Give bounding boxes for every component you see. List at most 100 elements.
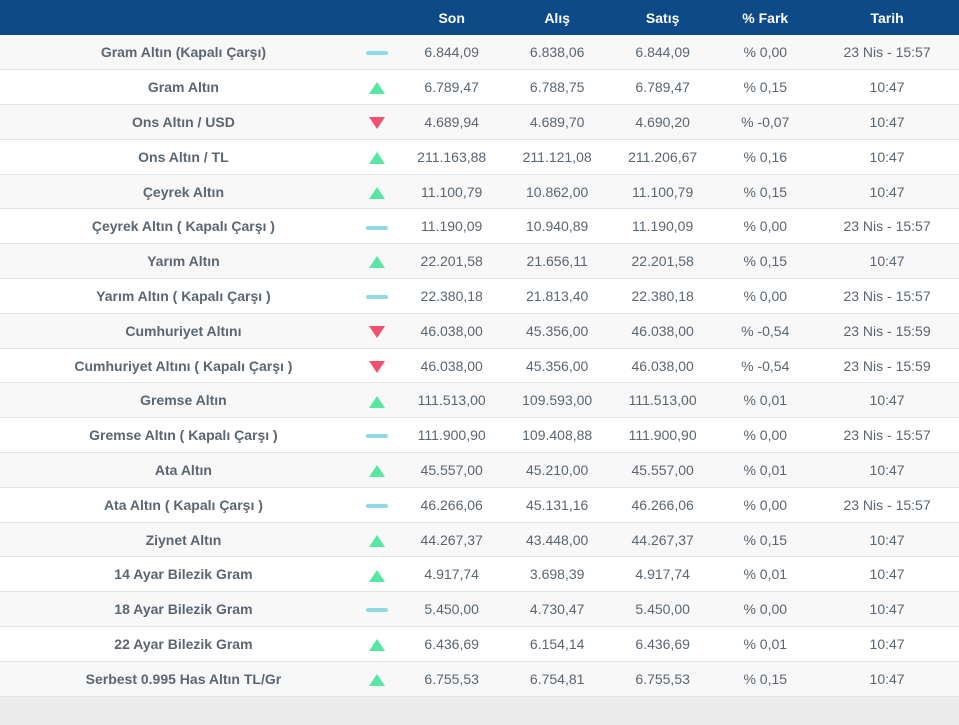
instrument-name-link[interactable]: Çeyrek Altın ( Kapalı Çarşı ) [0, 208, 355, 245]
table-row: Ziynet Altın 44.267,37 43.448,00 44.267,… [0, 522, 959, 558]
satis-value: 6.789,47 [609, 69, 716, 106]
fark-value: % 0,15 [715, 174, 816, 210]
tarih-value: 10:47 [815, 243, 959, 280]
instrument-name-link[interactable]: Ziynet Altın [0, 522, 355, 558]
alis-value: 109.408,88 [504, 417, 610, 454]
tarih-value: 10:47 [815, 522, 959, 558]
trend-up-icon [368, 152, 385, 165]
instrument-name-link[interactable]: 22 Ayar Bilezik Gram [0, 626, 355, 662]
trend-cell [354, 69, 399, 106]
instrument-name-link[interactable]: Çeyrek Altın [0, 174, 355, 210]
son-value: 111.513,00 [398, 382, 505, 419]
fark-value: % 0,15 [715, 661, 816, 697]
trend-cell [354, 626, 399, 662]
trend-cell [354, 452, 399, 488]
satis-value: 4.690,20 [609, 104, 716, 140]
trend-down-icon [368, 326, 385, 339]
fark-value: % 0,15 [715, 69, 816, 106]
instrument-name-link[interactable]: Ons Altın / USD [0, 104, 355, 140]
satis-value: 11.100,79 [609, 174, 716, 210]
header-fark: % Fark [742, 9, 789, 26]
instrument-name-link[interactable]: Gremse Altın ( Kapalı Çarşı ) [0, 417, 355, 454]
alis-value: 6.788,75 [504, 69, 610, 106]
instrument-name-link[interactable]: Cumhuriyet Altını [0, 313, 355, 349]
trend-down-icon [368, 360, 385, 373]
fark-value: % 0,00 [715, 417, 816, 454]
table-row: 22 Ayar Bilezik Gram 6.436,69 6.154,14 6… [0, 626, 959, 662]
header-trend [355, 0, 399, 35]
instrument-name-link[interactable]: Gremse Altın [0, 382, 355, 419]
tarih-value: 10:47 [815, 69, 959, 106]
tarih-value: 23 Nis - 15:57 [815, 487, 959, 523]
alis-value: 45.356,00 [504, 348, 610, 384]
table-body: Gram Altın (Kapalı Çarşı) 6.844,09 6.838… [0, 35, 959, 697]
trend-cell [354, 348, 399, 384]
satis-value: 11.190,09 [609, 208, 716, 245]
son-value: 4.689,94 [398, 104, 505, 140]
satis-value: 6.436,69 [609, 626, 716, 662]
satis-value: 211.206,67 [609, 139, 716, 175]
trend-up-icon [368, 639, 385, 652]
trend-cell [354, 591, 399, 628]
tarih-value: 10:47 [815, 382, 959, 419]
instrument-name-link[interactable]: Ata Altın ( Kapalı Çarşı ) [0, 487, 355, 523]
son-value: 6.789,47 [398, 69, 505, 106]
trend-up-icon [368, 256, 385, 269]
trend-cell [354, 313, 399, 349]
table-row: Ons Altın / USD 4.689,94 4.689,70 4.690,… [0, 104, 959, 140]
tarih-value: 23 Nis - 15:59 [815, 313, 959, 349]
satis-value: 46.038,00 [609, 348, 716, 384]
instrument-name-link[interactable]: Gram Altın [0, 69, 355, 106]
son-value: 46.038,00 [398, 348, 505, 384]
instrument-name-link[interactable]: Yarım Altın [0, 243, 355, 280]
trend-up-icon [368, 395, 385, 408]
instrument-name-link[interactable]: 14 Ayar Bilezik Gram [0, 556, 355, 593]
tarih-value: 10:47 [815, 591, 959, 628]
table-row: Ata Altın 45.557,00 45.210,00 45.557,00 … [0, 452, 959, 488]
instrument-name-link[interactable]: Ata Altın [0, 452, 355, 488]
tarih-value: 23 Nis - 15:57 [815, 208, 959, 245]
fark-value: % -0,54 [715, 348, 816, 384]
son-value: 6.755,53 [398, 661, 505, 697]
tarih-value: 23 Nis - 15:57 [815, 417, 959, 454]
instrument-name-link[interactable]: Cumhuriyet Altını ( Kapalı Çarşı ) [0, 348, 355, 384]
instrument-name-link[interactable]: Ons Altın / TL [0, 139, 355, 175]
satis-value: 6.844,09 [609, 35, 716, 71]
son-value: 111.900,90 [398, 417, 505, 454]
fark-value: % 0,15 [715, 243, 816, 280]
instrument-name-link[interactable]: Gram Altın (Kapalı Çarşı) [0, 35, 355, 71]
table-row: Gremse Altın 111.513,00 109.593,00 111.5… [0, 382, 959, 419]
son-value: 44.267,37 [398, 522, 505, 558]
trend-cell [354, 104, 399, 140]
tarih-value: 10:47 [815, 139, 959, 175]
header-instrument [0, 0, 355, 35]
fark-value: % 0,00 [715, 208, 816, 245]
tarih-value: 10:47 [815, 556, 959, 593]
trend-up-icon [368, 82, 385, 95]
tarih-value: 10:47 [815, 661, 959, 697]
son-value: 5.450,00 [398, 591, 505, 628]
instrument-name-link[interactable]: 18 Ayar Bilezik Gram [0, 591, 355, 628]
son-value: 11.190,09 [398, 208, 505, 245]
fark-value: % -0,54 [715, 313, 816, 349]
instrument-name-link[interactable]: Serbest 0.995 Has Altın TL/Gr [0, 661, 355, 697]
trend-flat-icon [365, 225, 388, 230]
fark-value: % 0,01 [715, 452, 816, 488]
header-tarih: Tarih [870, 9, 904, 26]
fark-value: % 0,01 [715, 556, 816, 593]
trend-cell [354, 382, 399, 419]
alis-value: 21.813,40 [504, 278, 610, 314]
header-son: Son [438, 9, 465, 26]
alis-value: 6.838,06 [504, 35, 610, 71]
fark-value: % 0,15 [715, 522, 816, 558]
son-value: 6.436,69 [398, 626, 505, 662]
tarih-value: 10:47 [815, 174, 959, 210]
table-row: Ons Altın / TL 211.163,88 211.121,08 211… [0, 139, 959, 175]
tarih-value: 23 Nis - 15:57 [815, 35, 959, 71]
son-value: 46.266,06 [398, 487, 505, 523]
tarih-value: 10:47 [815, 452, 959, 488]
trend-cell [354, 417, 399, 454]
table-row: Çeyrek Altın 11.100,79 10.862,00 11.100,… [0, 174, 959, 210]
instrument-name-link[interactable]: Yarım Altın ( Kapalı Çarşı ) [0, 278, 355, 314]
satis-value: 46.266,06 [609, 487, 716, 523]
